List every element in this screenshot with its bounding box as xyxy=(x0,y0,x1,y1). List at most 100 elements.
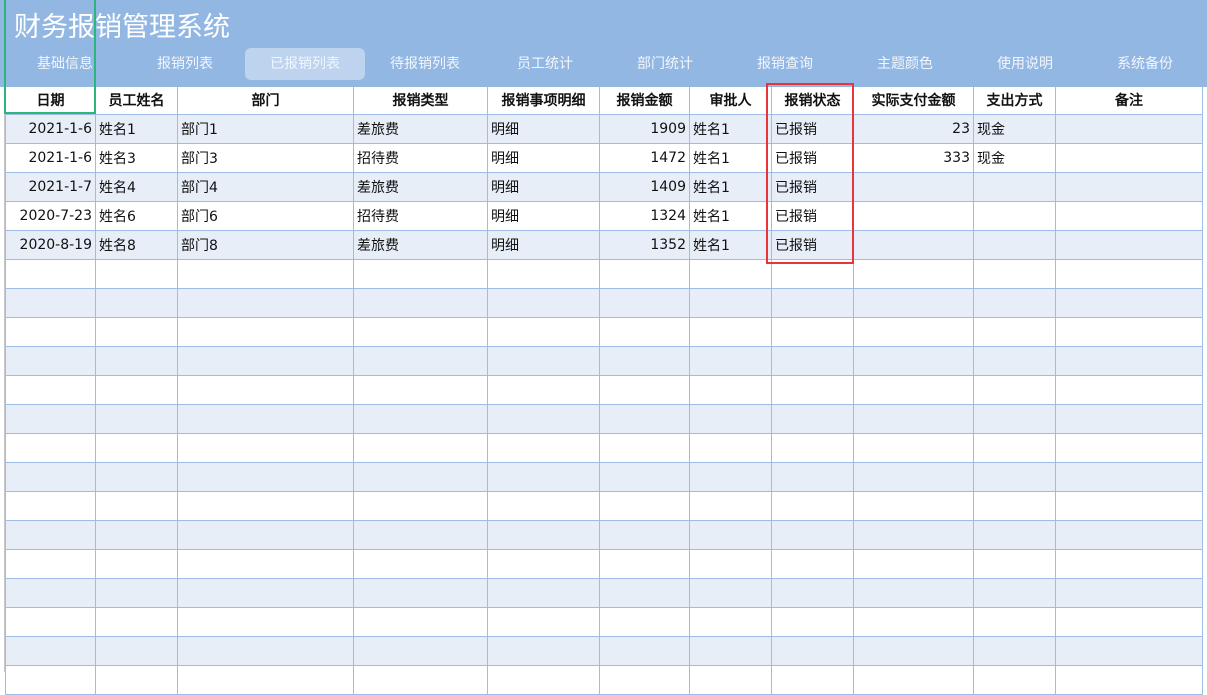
table-cell[interactable]: 姓名1 xyxy=(689,142,772,173)
table-cell[interactable] xyxy=(973,316,1056,347)
table-cell[interactable] xyxy=(5,519,96,550)
table-cell[interactable] xyxy=(973,403,1056,434)
nav-tab-0[interactable]: 基础信息 xyxy=(5,48,125,80)
table-cell[interactable]: 2020-8-19 xyxy=(5,229,96,260)
table-cell[interactable] xyxy=(95,461,178,492)
table-cell[interactable] xyxy=(771,519,854,550)
table-cell[interactable] xyxy=(487,432,600,463)
table-cell[interactable] xyxy=(689,664,772,695)
table-cell[interactable] xyxy=(95,258,178,289)
table-cell[interactable] xyxy=(5,490,96,521)
table-cell[interactable] xyxy=(487,461,600,492)
table-cell[interactable] xyxy=(353,577,488,608)
table-cell[interactable] xyxy=(177,345,354,376)
table-cell[interactable]: 23 xyxy=(853,113,974,144)
table-cell[interactable] xyxy=(177,664,354,695)
table-cell[interactable] xyxy=(353,635,488,666)
table-cell[interactable] xyxy=(599,635,690,666)
column-header[interactable]: 报销事项明细 xyxy=(487,87,600,115)
table-cell[interactable] xyxy=(853,287,974,318)
column-header[interactable]: 备注 xyxy=(1055,87,1203,115)
table-cell[interactable] xyxy=(689,461,772,492)
table-cell[interactable] xyxy=(1055,664,1203,695)
table-cell[interactable] xyxy=(177,374,354,405)
column-header[interactable]: 报销类型 xyxy=(353,87,488,115)
table-cell[interactable] xyxy=(599,664,690,695)
table-cell[interactable] xyxy=(5,664,96,695)
table-cell[interactable] xyxy=(599,432,690,463)
table-cell[interactable] xyxy=(1055,432,1203,463)
nav-tab-3[interactable]: 待报销列表 xyxy=(365,48,485,80)
table-cell[interactable] xyxy=(689,432,772,463)
nav-tab-1[interactable]: 报销列表 xyxy=(125,48,245,80)
table-cell[interactable] xyxy=(487,664,600,695)
table-cell[interactable] xyxy=(353,258,488,289)
column-header[interactable]: 部门 xyxy=(177,87,354,115)
table-cell[interactable] xyxy=(973,287,1056,318)
table-cell[interactable] xyxy=(689,606,772,637)
table-cell[interactable] xyxy=(487,316,600,347)
table-cell[interactable] xyxy=(599,461,690,492)
table-cell[interactable] xyxy=(5,548,96,579)
nav-tab-4[interactable]: 员工统计 xyxy=(485,48,605,80)
table-cell[interactable] xyxy=(973,490,1056,521)
table-cell[interactable] xyxy=(5,374,96,405)
table-cell[interactable] xyxy=(95,374,178,405)
column-header[interactable]: 员工姓名 xyxy=(95,87,178,115)
table-cell[interactable] xyxy=(177,287,354,318)
table-cell[interactable] xyxy=(353,490,488,521)
table-cell[interactable] xyxy=(853,635,974,666)
table-cell[interactable]: 招待费 xyxy=(353,200,488,231)
table-cell[interactable]: 明细 xyxy=(487,171,600,202)
table-cell[interactable] xyxy=(95,345,178,376)
table-cell[interactable] xyxy=(771,432,854,463)
table-cell[interactable] xyxy=(1055,229,1203,260)
table-cell[interactable]: 部门3 xyxy=(177,142,354,173)
nav-tab-9[interactable]: 系统备份 xyxy=(1085,48,1205,80)
table-cell[interactable]: 差旅费 xyxy=(353,171,488,202)
table-cell[interactable] xyxy=(771,287,854,318)
table-cell[interactable] xyxy=(95,548,178,579)
table-cell[interactable] xyxy=(177,577,354,608)
table-cell[interactable]: 现金 xyxy=(973,113,1056,144)
table-cell[interactable] xyxy=(1055,113,1203,144)
table-cell[interactable] xyxy=(5,345,96,376)
table-cell[interactable] xyxy=(5,287,96,318)
table-cell[interactable] xyxy=(689,519,772,550)
table-cell[interactable] xyxy=(95,287,178,318)
table-cell[interactable] xyxy=(599,548,690,579)
table-cell[interactable] xyxy=(177,548,354,579)
table-cell[interactable] xyxy=(177,432,354,463)
nav-tab-6[interactable]: 报销查询 xyxy=(725,48,845,80)
table-cell[interactable] xyxy=(487,490,600,521)
table-cell[interactable]: 姓名8 xyxy=(95,229,178,260)
table-cell[interactable] xyxy=(599,316,690,347)
nav-tab-7[interactable]: 主题颜色 xyxy=(845,48,965,80)
table-cell[interactable] xyxy=(177,403,354,434)
table-cell[interactable] xyxy=(853,490,974,521)
table-cell[interactable] xyxy=(853,432,974,463)
table-cell[interactable]: 明细 xyxy=(487,229,600,260)
table-cell[interactable] xyxy=(599,519,690,550)
table-cell[interactable] xyxy=(177,635,354,666)
table-cell[interactable] xyxy=(353,403,488,434)
column-header[interactable]: 实际支付金额 xyxy=(853,87,974,115)
table-cell[interactable] xyxy=(1055,635,1203,666)
table-cell[interactable] xyxy=(689,316,772,347)
table-cell[interactable] xyxy=(177,490,354,521)
table-cell[interactable]: 2021-1-7 xyxy=(5,171,96,202)
table-cell[interactable] xyxy=(1055,403,1203,434)
table-cell[interactable] xyxy=(689,374,772,405)
table-cell[interactable]: 已报销 xyxy=(771,200,854,231)
table-cell[interactable] xyxy=(487,258,600,289)
table-cell[interactable] xyxy=(487,287,600,318)
table-cell[interactable] xyxy=(5,432,96,463)
table-cell[interactable] xyxy=(487,577,600,608)
table-cell[interactable] xyxy=(853,374,974,405)
table-cell[interactable] xyxy=(973,664,1056,695)
table-cell[interactable] xyxy=(599,374,690,405)
table-cell[interactable] xyxy=(353,606,488,637)
table-cell[interactable]: 部门6 xyxy=(177,200,354,231)
column-header[interactable]: 日期 xyxy=(5,87,96,115)
table-cell[interactable] xyxy=(973,606,1056,637)
